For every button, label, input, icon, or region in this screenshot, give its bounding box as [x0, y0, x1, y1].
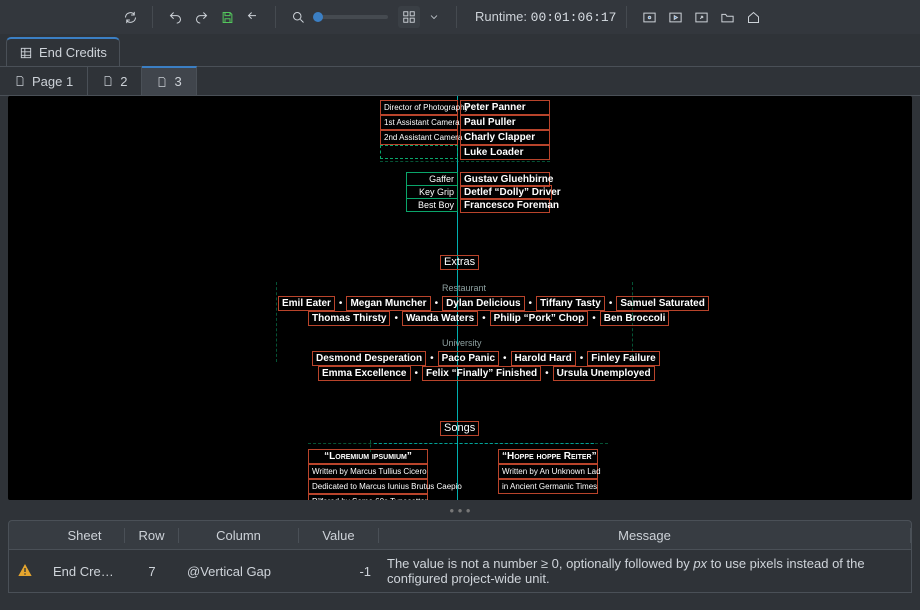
tab-label: End Credits — [39, 45, 107, 60]
section-songs: Songs — [440, 421, 479, 436]
hdr-row[interactable]: Row — [125, 528, 179, 543]
search-button[interactable] — [286, 5, 310, 29]
cell-sheet: End Cre… — [45, 558, 125, 585]
redo-button[interactable] — [189, 5, 213, 29]
refresh-button[interactable] — [118, 5, 142, 29]
undo-button[interactable] — [163, 5, 187, 29]
song1: “Loremium ipsumium” Written by Marcus Tu… — [308, 449, 428, 500]
panel-splitter[interactable]: • • • — [0, 500, 920, 520]
warning-icon — [9, 556, 45, 587]
revert-button[interactable] — [241, 5, 265, 29]
page-tab-2[interactable]: 2 — [88, 67, 142, 95]
layout-dropdown[interactable] — [422, 5, 446, 29]
runtime-value: 00:01:06:17 — [531, 10, 617, 25]
cell-row: 7 — [125, 558, 179, 585]
messages-header: Sheet Row Column Value Message — [8, 520, 912, 550]
zoom-slider[interactable] — [316, 15, 388, 19]
name-bestboy: Francesco Foreman — [460, 198, 550, 213]
university-line1: Desmond Desperation• Paco Panic• Harold … — [312, 351, 660, 366]
section-extras: Extras — [440, 255, 479, 270]
runtime-label: Runtime: 00:01:06:17 — [475, 9, 616, 25]
preview-button-2[interactable] — [663, 5, 687, 29]
role-ac2: 2nd Assistant Camera — [380, 130, 458, 145]
preview-canvas[interactable]: Director of Photography 1st Assistant Ca… — [8, 96, 912, 500]
subsec-university: University — [442, 338, 482, 348]
open-folder-button[interactable] — [715, 5, 739, 29]
name-dop: Peter Panner — [460, 100, 550, 115]
hdr-column[interactable]: Column — [179, 528, 299, 543]
document-tabs: End Credits — [0, 34, 920, 66]
message-row[interactable]: End Cre… 7 @Vertical Gap -1 The value is… — [8, 550, 912, 593]
preview-button-1[interactable] — [637, 5, 661, 29]
preview-button-3[interactable] — [689, 5, 713, 29]
cell-value: -1 — [299, 558, 379, 585]
hdr-sheet[interactable]: Sheet — [45, 528, 125, 543]
role-ac1: 1st Assistant Camera — [380, 115, 458, 130]
name-ac1: Paul Puller — [460, 115, 550, 130]
cell-column: @Vertical Gap — [179, 558, 299, 585]
page-tabs: Page 1 2 3 — [0, 66, 920, 96]
name-ac2: Charly Clapper — [460, 130, 550, 145]
page-tab-1[interactable]: Page 1 — [0, 67, 88, 95]
page-tab-3[interactable]: 3 — [142, 66, 196, 95]
save-button[interactable] — [215, 5, 239, 29]
role-dop: Director of Photography — [380, 100, 458, 115]
layout-grid-button[interactable] — [398, 6, 420, 28]
home-button[interactable] — [741, 5, 765, 29]
cell-message: The value is not a number ≥ 0, optionall… — [379, 550, 911, 592]
restaurant-line2: Thomas Thirsty• Wanda Waters• Philip “Po… — [308, 311, 669, 326]
name-ac2b: Luke Loader — [460, 145, 550, 160]
main-toolbar: Runtime: 00:01:06:17 — [0, 0, 920, 34]
song2: “Hoppe hoppe Reiter” Written by An Unkno… — [498, 449, 598, 494]
tab-end-credits[interactable]: End Credits — [6, 37, 120, 66]
hdr-value[interactable]: Value — [299, 528, 379, 543]
restaurant-line1: Emil Eater• Megan Muncher• Dylan Delicio… — [278, 296, 709, 311]
hdr-message[interactable]: Message — [379, 528, 911, 543]
subsec-restaurant: Restaurant — [442, 283, 486, 293]
university-line2: Emma Excellence• Felix “Finally” Finishe… — [318, 366, 655, 381]
